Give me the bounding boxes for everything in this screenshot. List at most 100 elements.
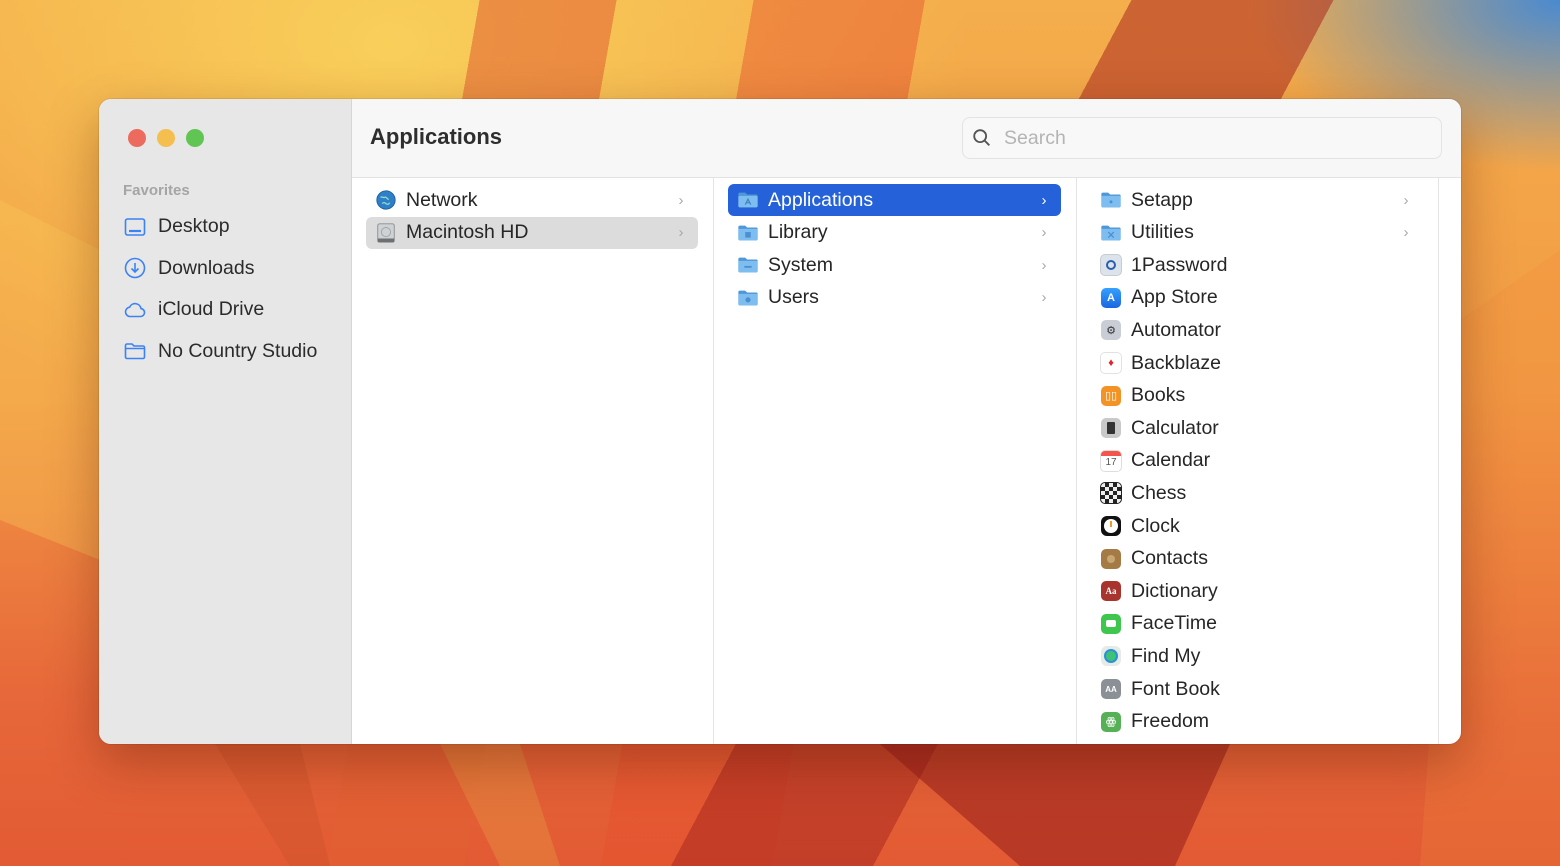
chevron-right-icon: › [678,191,684,209]
downloads-icon [124,257,146,279]
chevron-right-icon: › [678,224,684,242]
contacts-icon [1100,548,1122,570]
traffic-lights [128,129,204,147]
network-globe-icon [375,189,397,211]
item-label: Network [406,188,478,211]
calculator-icon [1100,417,1122,439]
automator-icon: ⚙ [1100,319,1122,341]
toolbar: Applications [352,99,1461,178]
users-folder-icon [737,287,759,309]
find-my-icon [1100,645,1122,667]
item-label: Utilities [1131,221,1194,244]
clock-icon [1100,515,1122,537]
list-item-users[interactable]: Users › [728,282,1061,314]
icloud-icon [124,302,146,318]
item-label: Automator [1131,318,1221,341]
finder-window: Favorites Desktop Downloads iCloud Drive [99,99,1461,744]
chevron-right-icon: › [1041,256,1047,274]
list-item-find-my[interactable]: Find My [1091,640,1423,672]
desktop-icon [124,217,146,236]
search-field[interactable] [962,117,1442,159]
item-label: Contacts [1131,547,1208,570]
sidebar-item-icloud-drive[interactable]: iCloud Drive [123,289,317,331]
list-item-font-book[interactable]: AA Font Book [1091,673,1423,705]
system-folder-icon [737,254,759,276]
favorites-section-label: Favorites [123,182,190,199]
dictionary-icon: Aa [1100,580,1122,602]
list-item-setapp[interactable]: Setapp › [1091,184,1423,216]
chevron-right-icon: › [1403,224,1409,242]
item-label: Backblaze [1131,351,1221,374]
books-icon: ▯▯ [1100,385,1122,407]
sidebar-item-label: Downloads [158,256,255,279]
sidebar-item-downloads[interactable]: Downloads [123,248,317,290]
sidebar-item-label: No Country Studio [158,339,318,362]
sidebar-item-no-country-studio[interactable]: No Country Studio [123,331,317,373]
item-label: Chess [1131,481,1187,504]
list-item-freedom[interactable]: ꙮ Freedom [1091,706,1423,738]
item-label: Applications [768,188,874,211]
column-1[interactable]: Network › Macintosh HD › [352,178,714,744]
chevron-right-icon: › [1041,224,1047,242]
list-item-system[interactable]: System › [728,249,1061,281]
library-folder-icon [737,222,759,244]
list-item-network[interactable]: Network › [366,184,698,216]
list-item-library[interactable]: Library › [728,217,1061,249]
list-item-utilities[interactable]: Utilities › [1091,217,1423,249]
item-label: Freedom [1131,710,1210,733]
item-label: Users [768,286,819,309]
list-item-macintosh-hd[interactable]: Macintosh HD › [366,216,698,249]
utilities-folder-icon [1100,222,1122,244]
sidebar-item-label: Desktop [158,215,230,238]
item-label: Macintosh HD [406,221,529,244]
zoom-button[interactable] [186,129,204,147]
facetime-icon [1100,613,1122,635]
list-item-calendar[interactable]: 17 Calendar [1091,445,1423,477]
list-item-facetime[interactable]: FaceTime [1091,608,1423,640]
search-icon [973,129,990,146]
item-label: Font Book [1131,677,1220,700]
search-input[interactable] [1002,125,1406,151]
column-browser: Network › Macintosh HD › Applications › Libra… [352,178,1461,744]
item-label: Books [1131,384,1186,407]
chevron-right-icon: › [1041,289,1047,307]
list-item-automator[interactable]: ⚙ Automator [1091,314,1423,346]
favorites-list: Desktop Downloads iCloud Drive No Countr… [123,206,317,372]
item-label: App Store [1131,286,1218,309]
sidebar-item-label: iCloud Drive [158,298,265,321]
window-title: Applications [370,124,503,149]
list-item-dictionary[interactable]: Aa Dictionary [1091,575,1423,607]
hard-drive-icon [375,222,397,244]
1password-icon [1100,254,1122,277]
column-3[interactable]: Setapp › Utilities › 1Password A App Store ⚙ Aut… [1077,178,1439,744]
item-label: Clock [1131,514,1180,537]
item-label: Calculator [1131,416,1219,439]
folder-icon [124,343,146,360]
list-item-chess[interactable]: Chess [1091,477,1423,509]
list-item-backblaze[interactable]: ♦ Backblaze [1091,347,1423,379]
close-button[interactable] [128,129,146,147]
backblaze-icon: ♦ [1100,352,1122,374]
chess-icon [1100,482,1122,505]
minimize-button[interactable] [157,129,175,147]
app-store-icon: A [1100,287,1122,309]
item-label: Find My [1131,644,1201,667]
list-item-clock[interactable]: Clock [1091,510,1423,542]
list-item-calculator[interactable]: Calculator [1091,412,1423,444]
item-label: Setapp [1131,188,1193,211]
column-2[interactable]: Applications › Library › System › Users › [714,178,1077,744]
sidebar-item-desktop[interactable]: Desktop [123,206,317,248]
calendar-icon: 17 [1100,449,1122,472]
chevron-right-icon: › [1403,191,1409,209]
list-item-applications[interactable]: Applications › [728,184,1061,216]
item-label: FaceTime [1131,612,1217,635]
list-item-contacts[interactable]: Contacts [1091,543,1423,575]
list-item-books[interactable]: ▯▯ Books [1091,380,1423,412]
list-item-app-store[interactable]: A App Store [1091,282,1423,314]
chevron-right-icon: › [1041,191,1047,209]
item-label: 1Password [1131,253,1228,276]
list-item-1password[interactable]: 1Password [1091,249,1423,281]
item-label: Dictionary [1131,579,1218,602]
item-label: System [768,253,834,276]
applications-folder-icon [737,189,759,211]
